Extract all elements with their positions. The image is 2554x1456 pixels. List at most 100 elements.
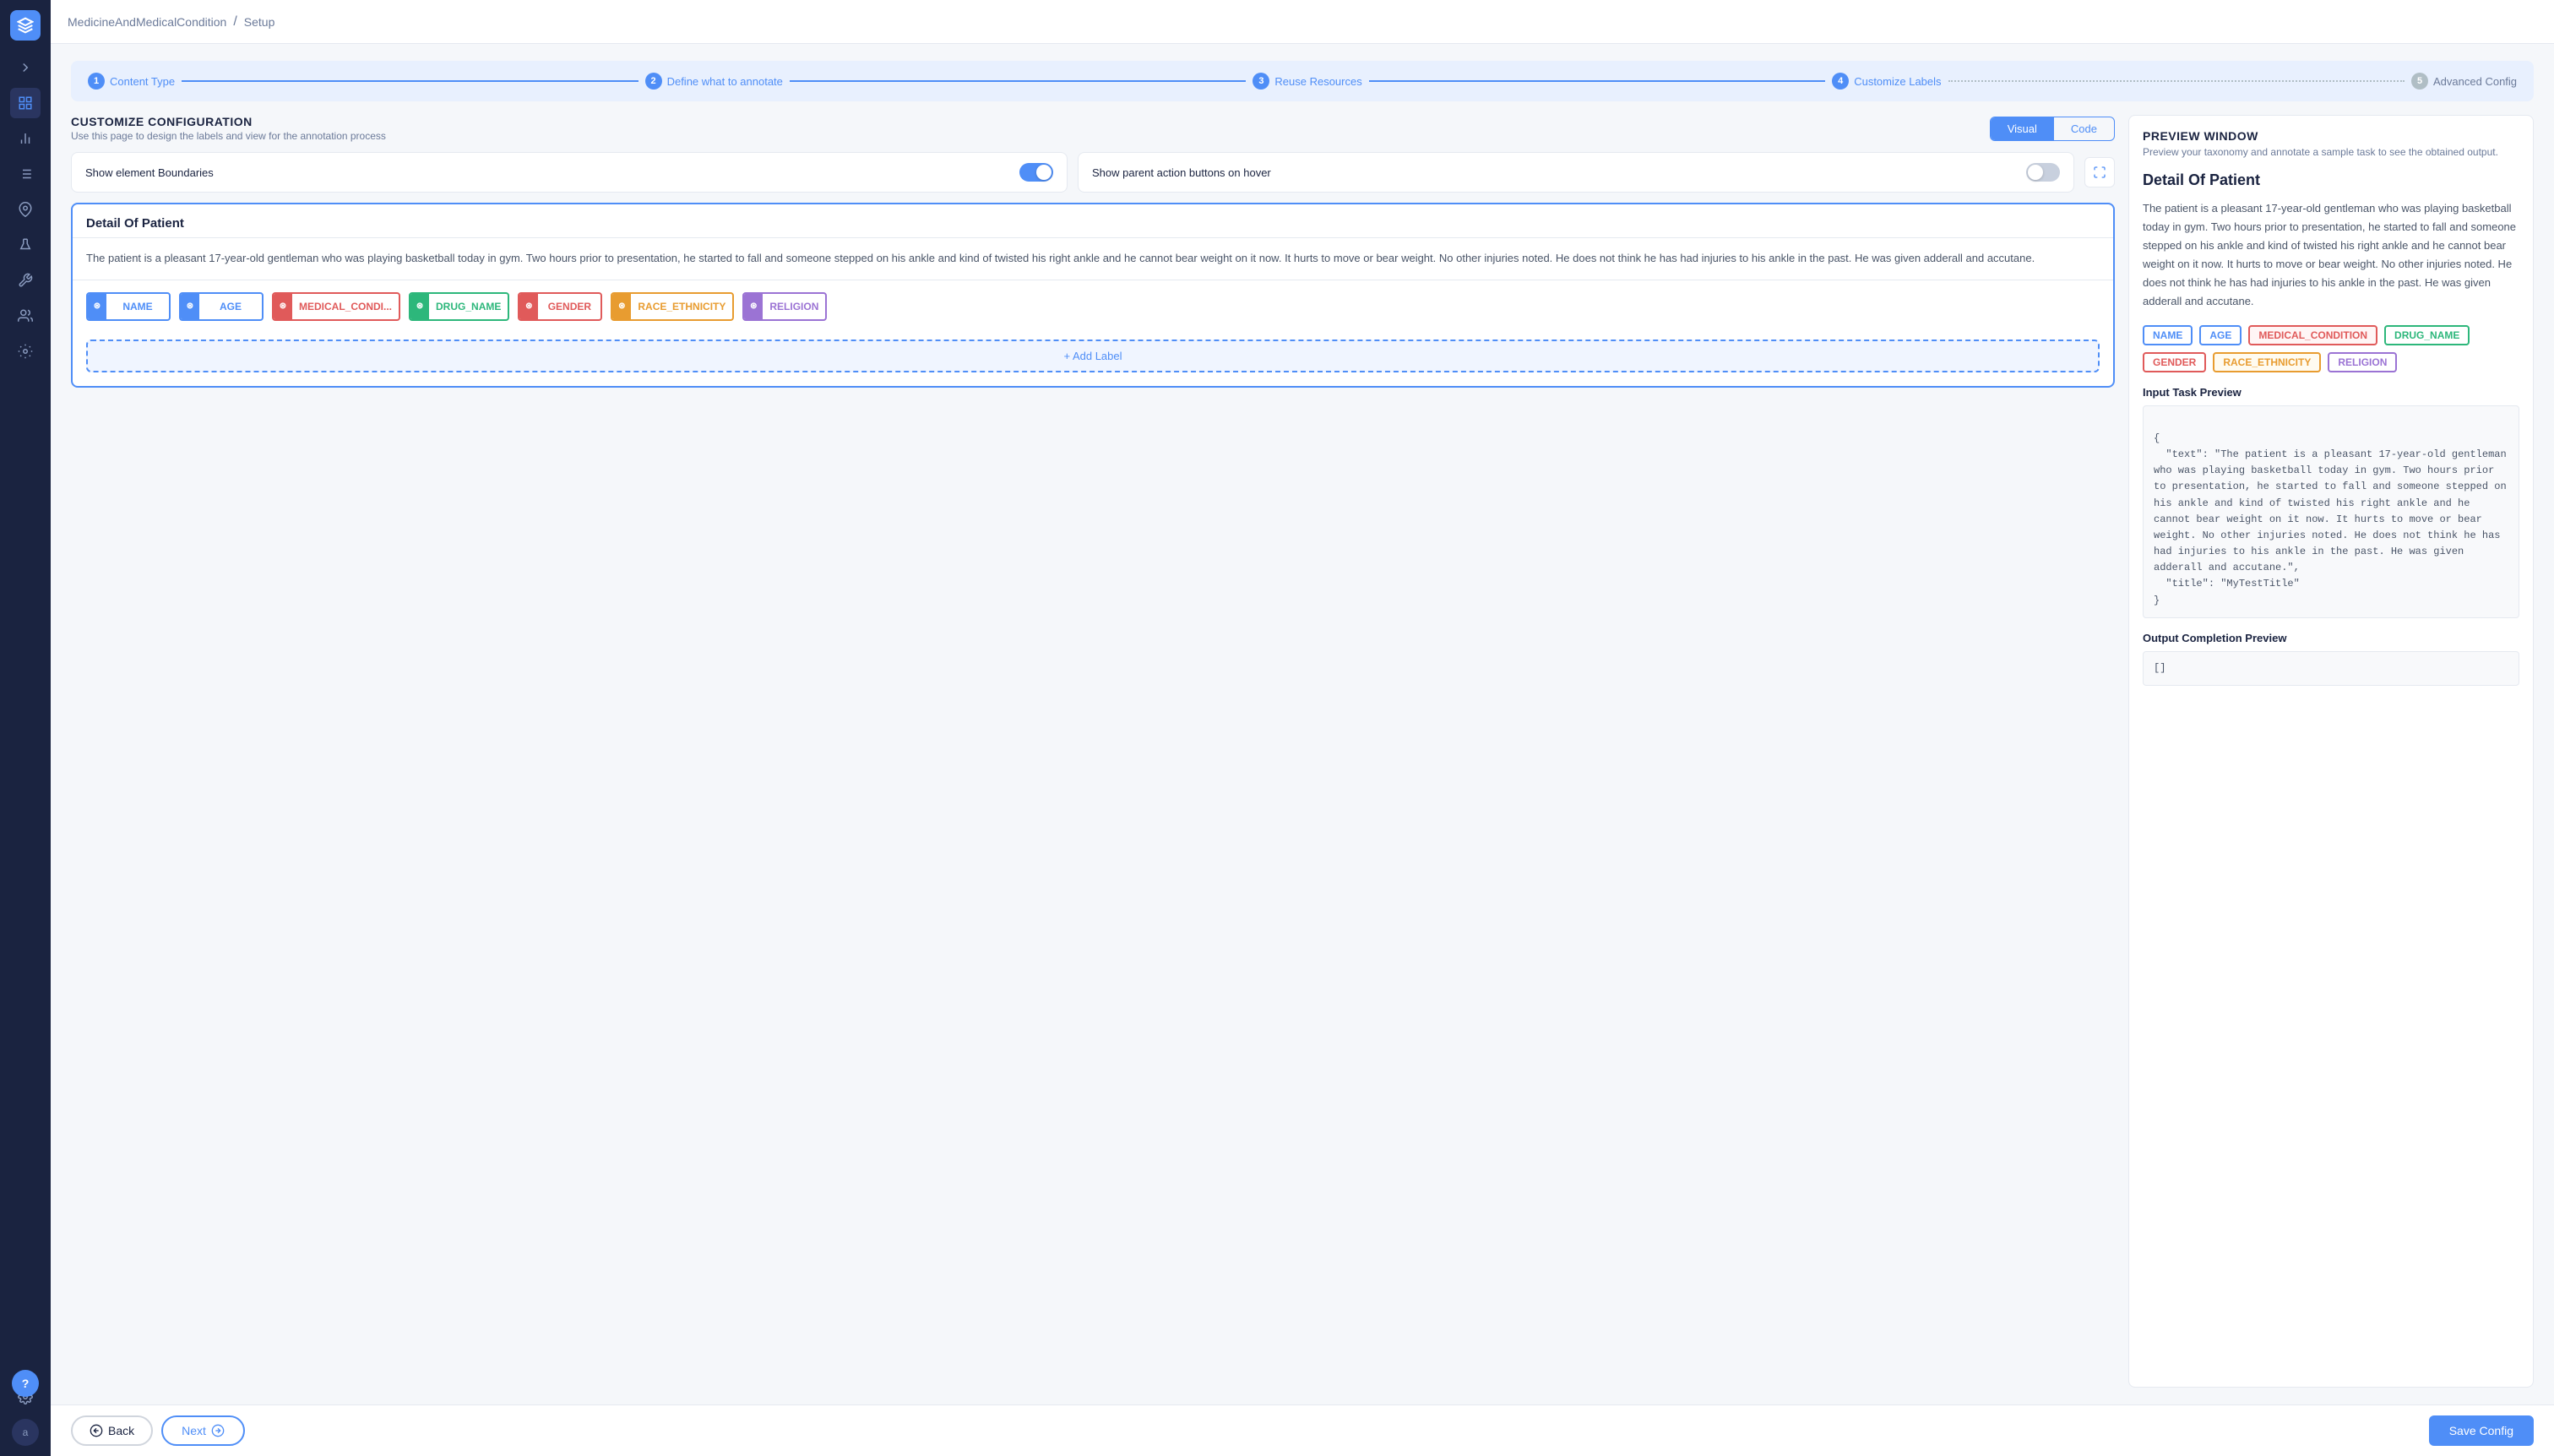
- output-preview-code: []: [2143, 651, 2519, 686]
- step-1[interactable]: 1 Content Type: [88, 73, 175, 90]
- step-3[interactable]: 3 Reuse Resources: [1253, 73, 1361, 90]
- sidebar-item-location[interactable]: [10, 194, 41, 225]
- preview-tag-medical[interactable]: MEDICAL_CONDITION: [2248, 325, 2377, 345]
- label-chip-medical[interactable]: ⊛ MEDICAL_CONDI...: [272, 292, 400, 321]
- label-chip-gender[interactable]: ⊛ GENDER: [518, 292, 602, 321]
- sidebar-item-analytics[interactable]: [10, 123, 41, 154]
- label-text-drug: DRUG_NAME: [429, 297, 508, 316]
- main-row: CUSTOMIZE CONFIGURATION Use this page to…: [71, 115, 2534, 1388]
- step-2-num: 2: [645, 73, 662, 90]
- label-chip-drug[interactable]: ⊛ DRUG_NAME: [409, 292, 509, 321]
- preview-content-title: Detail Of Patient: [2143, 171, 2519, 189]
- label-icon-race: ⊛: [612, 294, 631, 319]
- panel-subtitle: Use this page to design the labels and v…: [71, 130, 386, 142]
- step-line-3: [1369, 80, 1825, 82]
- app-logo[interactable]: [10, 10, 41, 41]
- view-visual-button[interactable]: Visual: [1991, 117, 2054, 140]
- label-chip-name[interactable]: ⊛ NAME: [86, 292, 171, 321]
- view-code-button[interactable]: Code: [2054, 117, 2114, 140]
- preview-text: The patient is a pleasant 17-year-old ge…: [2143, 199, 2519, 312]
- collapse-sidebar-button[interactable]: [10, 52, 41, 83]
- footer: Back Next Save Config: [51, 1404, 2554, 1456]
- label-chip-race[interactable]: ⊛ RACE_ETHNICITY: [611, 292, 734, 321]
- preview-panel: PREVIEW WINDOW Preview your taxonomy and…: [2128, 115, 2534, 1388]
- fullscreen-button[interactable]: [2084, 157, 2115, 187]
- labels-area: ⊛ NAME ⊛ AGE ⊛ MEDICAL_CONDI...: [73, 280, 2113, 333]
- back-button[interactable]: Back: [71, 1415, 153, 1446]
- right-panel: PREVIEW WINDOW Preview your taxonomy and…: [2128, 115, 2534, 1388]
- toggle-boundaries-card: Show element Boundaries: [71, 152, 1068, 193]
- label-text-religion: RELIGION: [763, 297, 825, 316]
- save-config-button[interactable]: Save Config: [2429, 1415, 2534, 1446]
- step-line-4: [1948, 80, 2405, 82]
- breadcrumb-project[interactable]: MedicineAndMedicalCondition: [68, 15, 226, 29]
- label-text-race: RACE_ETHNICITY: [631, 297, 732, 316]
- step-line-1: [182, 80, 638, 82]
- label-icon-age: ⊛: [181, 294, 199, 319]
- sidebar-item-dashboard[interactable]: [10, 88, 41, 118]
- view-toggle: Visual Code: [1990, 117, 2115, 141]
- step-5[interactable]: 5 Advanced Config: [2411, 73, 2517, 90]
- step-5-num: 5: [2411, 73, 2428, 90]
- footer-left: Back Next: [71, 1415, 245, 1446]
- label-chip-age[interactable]: ⊛ AGE: [179, 292, 264, 321]
- sidebar-item-flask[interactable]: [10, 230, 41, 260]
- breadcrumb-separator: /: [233, 14, 236, 30]
- preview-title: PREVIEW WINDOW: [2143, 129, 2519, 143]
- preview-tag-age[interactable]: AGE: [2199, 325, 2242, 345]
- step-3-num: 3: [1253, 73, 1269, 90]
- topbar: MedicineAndMedicalCondition / Setup: [51, 0, 2554, 44]
- output-preview-label: Output Completion Preview: [2143, 632, 2519, 644]
- sidebar-item-team[interactable]: [10, 301, 41, 331]
- sidebar-item-tools[interactable]: [10, 265, 41, 296]
- content-area: 1 Content Type 2 Define what to annotate…: [51, 44, 2554, 1404]
- step-1-num: 1: [88, 73, 105, 90]
- toggle-boundaries-label: Show element Boundaries: [85, 166, 214, 179]
- main-container: MedicineAndMedicalCondition / Setup 1 Co…: [51, 0, 2554, 1456]
- input-preview-code: { "text": "The patient is a pleasant 17-…: [2143, 405, 2519, 618]
- toggle-hover-card: Show parent action buttons on hover: [1078, 152, 2074, 193]
- preview-tag-religion[interactable]: RELIGION: [2328, 352, 2397, 372]
- step-4-label: Customize Labels: [1854, 75, 1941, 88]
- preview-tag-name[interactable]: NAME: [2143, 325, 2193, 345]
- sidebar: ? a: [0, 0, 51, 1456]
- next-button[interactable]: Next: [161, 1415, 245, 1446]
- breadcrumb-current: Setup: [244, 15, 275, 29]
- add-label-button[interactable]: + Add Label: [86, 340, 2100, 372]
- preview-tag-gender[interactable]: GENDER: [2143, 352, 2206, 372]
- help-button[interactable]: ?: [12, 1370, 39, 1397]
- sidebar-item-integrations[interactable]: [10, 336, 41, 367]
- toggle-hover-label: Show parent action buttons on hover: [1092, 166, 1271, 179]
- left-panel: CUSTOMIZE CONFIGURATION Use this page to…: [71, 115, 2115, 1388]
- preview-tag-race[interactable]: RACE_ETHNICITY: [2213, 352, 2321, 372]
- step-4[interactable]: 4 Customize Labels: [1832, 73, 1941, 90]
- toggle-boundaries-switch[interactable]: [1019, 163, 1053, 182]
- step-1-label: Content Type: [110, 75, 175, 88]
- toggle-hover-switch[interactable]: [2026, 163, 2060, 182]
- panel-title: CUSTOMIZE CONFIGURATION: [71, 115, 386, 128]
- label-icon-drug: ⊛: [410, 294, 429, 319]
- toggle-row: Show element Boundaries Show parent acti…: [71, 152, 2115, 193]
- step-3-label: Reuse Resources: [1274, 75, 1361, 88]
- editor-card: Detail Of Patient The patient is a pleas…: [71, 203, 2115, 388]
- step-5-label: Advanced Config: [2433, 75, 2517, 88]
- preview-tags: NAME AGE MEDICAL_CONDITION DRUG_NAME GEN…: [2143, 325, 2519, 372]
- label-text-age: AGE: [199, 297, 262, 316]
- label-chip-religion[interactable]: ⊛ RELIGION: [742, 292, 827, 321]
- user-avatar[interactable]: a: [12, 1419, 39, 1446]
- panel-header: CUSTOMIZE CONFIGURATION Use this page to…: [71, 115, 2115, 142]
- sidebar-item-list[interactable]: [10, 159, 41, 189]
- step-2[interactable]: 2 Define what to annotate: [645, 73, 783, 90]
- label-icon-name: ⊛: [88, 294, 106, 319]
- step-line-2: [790, 80, 1246, 82]
- preview-tag-drug[interactable]: DRUG_NAME: [2384, 325, 2470, 345]
- label-icon-religion: ⊛: [744, 294, 763, 319]
- editor-text: The patient is a pleasant 17-year-old ge…: [73, 238, 2113, 280]
- label-icon-gender: ⊛: [519, 294, 538, 319]
- label-text-medical: MEDICAL_CONDI...: [292, 297, 399, 316]
- editor-section-title: Detail Of Patient: [73, 204, 2113, 238]
- label-icon-medical: ⊛: [274, 294, 292, 319]
- label-text-gender: GENDER: [538, 297, 600, 316]
- step-2-label: Define what to annotate: [667, 75, 783, 88]
- step-4-num: 4: [1832, 73, 1849, 90]
